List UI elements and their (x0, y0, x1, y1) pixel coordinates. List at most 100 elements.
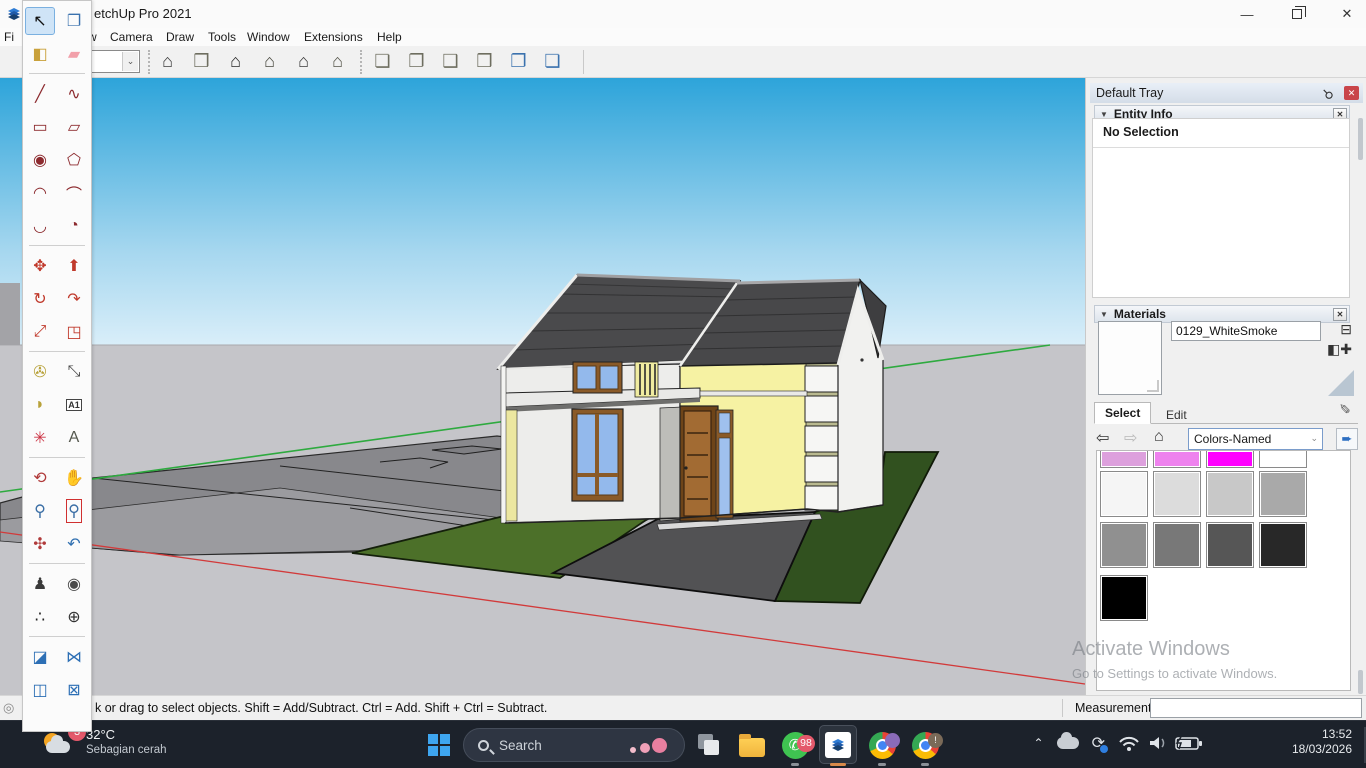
tool-move[interactable]: ✥ (25, 252, 55, 280)
secondary-pane-icon[interactable]: ⊟ (1340, 321, 1352, 338)
menu-item-fi[interactable]: Fi (4, 30, 14, 44)
tool-select[interactable]: ↖ (25, 7, 55, 35)
union-icon[interactable]: ❐ (404, 48, 429, 74)
tool-3d-text[interactable]: A (59, 424, 89, 452)
swatch-black[interactable] (1100, 575, 1148, 621)
tool-dimension[interactable]: ⤡ (59, 358, 89, 386)
outer-shell-icon[interactable]: ❏ (370, 48, 395, 74)
tool-push-pull[interactable]: ⬆ (59, 252, 89, 280)
tool-section-plane[interactable]: ⊕ (59, 603, 89, 631)
tool-scale[interactable]: ⤢ (25, 318, 55, 346)
tool-tape-measure[interactable]: ✇ (25, 358, 55, 386)
geolocation-icon[interactable]: ◎ (3, 700, 14, 716)
tool-position-camera[interactable]: ♟ (25, 570, 55, 598)
tool-orbit[interactable]: ⟲ (25, 464, 55, 492)
swatch-dimgray[interactable] (1153, 522, 1201, 568)
file-explorer-button[interactable] (738, 731, 766, 759)
intersect-icon[interactable]: ❐ (506, 48, 531, 74)
maximize-button[interactable] (1286, 4, 1308, 24)
pin-icon[interactable]: ⚲ (1319, 85, 1337, 103)
swatch-magenta[interactable] (1206, 451, 1254, 468)
task-view-button[interactable] (695, 731, 723, 759)
clock[interactable]: 13:52 18/03/2026 (1292, 727, 1352, 757)
tool-follow-me[interactable]: ↷ (59, 285, 89, 313)
tool-line[interactable]: ╱ (25, 80, 55, 108)
tray-scrollbar[interactable] (1358, 118, 1363, 160)
swatch-darkgray[interactable] (1259, 471, 1307, 517)
swatch-whitesmoke[interactable] (1100, 471, 1148, 517)
chrome-button-1[interactable] (868, 731, 896, 759)
menu-item-window[interactable]: Window (247, 30, 290, 44)
tool-rotated-rectangle[interactable]: ▱ (59, 113, 89, 141)
create-material-icon[interactable]: ◧✚ (1327, 341, 1352, 358)
tool-freehand[interactable]: ∿ (59, 80, 89, 108)
sketchup-taskbar-button[interactable] (824, 731, 852, 759)
tool-pan[interactable]: ✋ (59, 464, 89, 492)
left-view-icon[interactable]: ⌂ (325, 48, 350, 74)
tool-rotate[interactable]: ↻ (25, 285, 55, 313)
tool-section-cuts[interactable]: ⊠ (59, 676, 89, 704)
hidden-icons-chevron[interactable]: ⌃ (1034, 736, 1044, 750)
tool-walk[interactable]: ∴ (25, 603, 55, 631)
split-icon[interactable]: ❏ (540, 48, 565, 74)
tool-pie[interactable]: ◔ (59, 212, 89, 240)
tool-section-planes[interactable]: ◫ (25, 676, 55, 704)
menu-item-camera[interactable]: Camera (110, 30, 153, 44)
tool-section-boundaries[interactable]: ⋈ (59, 643, 89, 671)
tool-paint-bucket[interactable]: ◧ (25, 40, 55, 68)
tool-zoom[interactable]: ⚲ (25, 497, 55, 525)
tool-offset[interactable]: ◳ (59, 318, 89, 346)
whatsapp-button[interactable]: ✆ 98 (781, 731, 809, 759)
swatch-orchid[interactable] (1153, 451, 1201, 468)
eyedropper-icon[interactable]: ✐ (1338, 403, 1355, 415)
tool-make-component[interactable]: ❐ (59, 7, 89, 35)
menu-item-draw[interactable]: Draw (166, 30, 194, 44)
tool-three-point-arc[interactable]: ◡ (25, 212, 55, 240)
tool-zoom-window[interactable]: ⚲ (59, 497, 89, 525)
tray-close-button[interactable]: ✕ (1344, 86, 1359, 100)
tab-select[interactable]: Select (1094, 402, 1151, 424)
update-sync-icon[interactable]: ⟳ (1092, 733, 1105, 753)
iso-view-icon[interactable]: ⌂ (155, 48, 180, 74)
tool-eraser[interactable]: ▰ (59, 40, 89, 68)
tool-circle[interactable]: ◉ (25, 146, 55, 174)
swatch-gainsboro[interactable] (1153, 471, 1201, 517)
tool-previous-view[interactable]: ↶ (59, 530, 89, 558)
materials-close-button[interactable]: ✕ (1333, 308, 1347, 321)
tool-zoom-extents[interactable]: ✣ (25, 530, 55, 558)
chrome-button-2[interactable]: ! (911, 731, 939, 759)
material-name-field[interactable]: 0129_WhiteSmoke (1171, 321, 1321, 341)
tool-arc[interactable]: ◠ (25, 179, 55, 207)
swatch-violet[interactable] (1100, 451, 1148, 468)
back-arrow-icon[interactable]: ⇦ (1096, 428, 1109, 448)
tool-look-around[interactable]: ◉ (59, 570, 89, 598)
right-view-icon[interactable]: ⌂ (257, 48, 282, 74)
close-button[interactable]: ✕ (1336, 4, 1358, 24)
tool-rectangle[interactable]: ▭ (25, 113, 55, 141)
search-box[interactable]: Search (463, 728, 685, 762)
tool-section-fill[interactable]: ◪ (25, 643, 55, 671)
tool-polygon[interactable]: ⬠ (59, 146, 89, 174)
collection-dropdown[interactable]: Colors-Named ⌄ (1188, 428, 1323, 450)
sample-paint-icon[interactable] (1328, 370, 1354, 396)
swatch-gray[interactable] (1100, 522, 1148, 568)
tool-two-point-arc[interactable]: ⌒ (59, 179, 89, 207)
start-button[interactable] (428, 734, 450, 756)
menu-item-help[interactable]: Help (377, 30, 402, 44)
subtract-icon[interactable]: ❑ (438, 48, 463, 74)
onedrive-icon[interactable] (1057, 737, 1079, 749)
tool-axes[interactable]: ✳ (25, 424, 55, 452)
tab-edit[interactable]: Edit (1156, 405, 1197, 427)
details-arrow-button[interactable]: ➨ (1336, 428, 1358, 450)
home-icon[interactable]: ⌂ (1154, 428, 1164, 446)
tool-protractor[interactable]: ◗ (25, 391, 55, 419)
weather-widget[interactable]: 3 32°C Sebagian cerah (42, 727, 167, 761)
menu-item-tools[interactable]: Tools (208, 30, 236, 44)
swatch-scrollbar[interactable] (1358, 670, 1363, 694)
measurements-input[interactable] (1150, 698, 1362, 718)
minimize-button[interactable]: — (1236, 4, 1258, 24)
swatch-nearblack[interactable] (1259, 522, 1307, 568)
tool-text[interactable]: A1 (59, 391, 89, 419)
swatch-white[interactable] (1259, 451, 1307, 468)
swatch-lightgray[interactable] (1206, 471, 1254, 517)
